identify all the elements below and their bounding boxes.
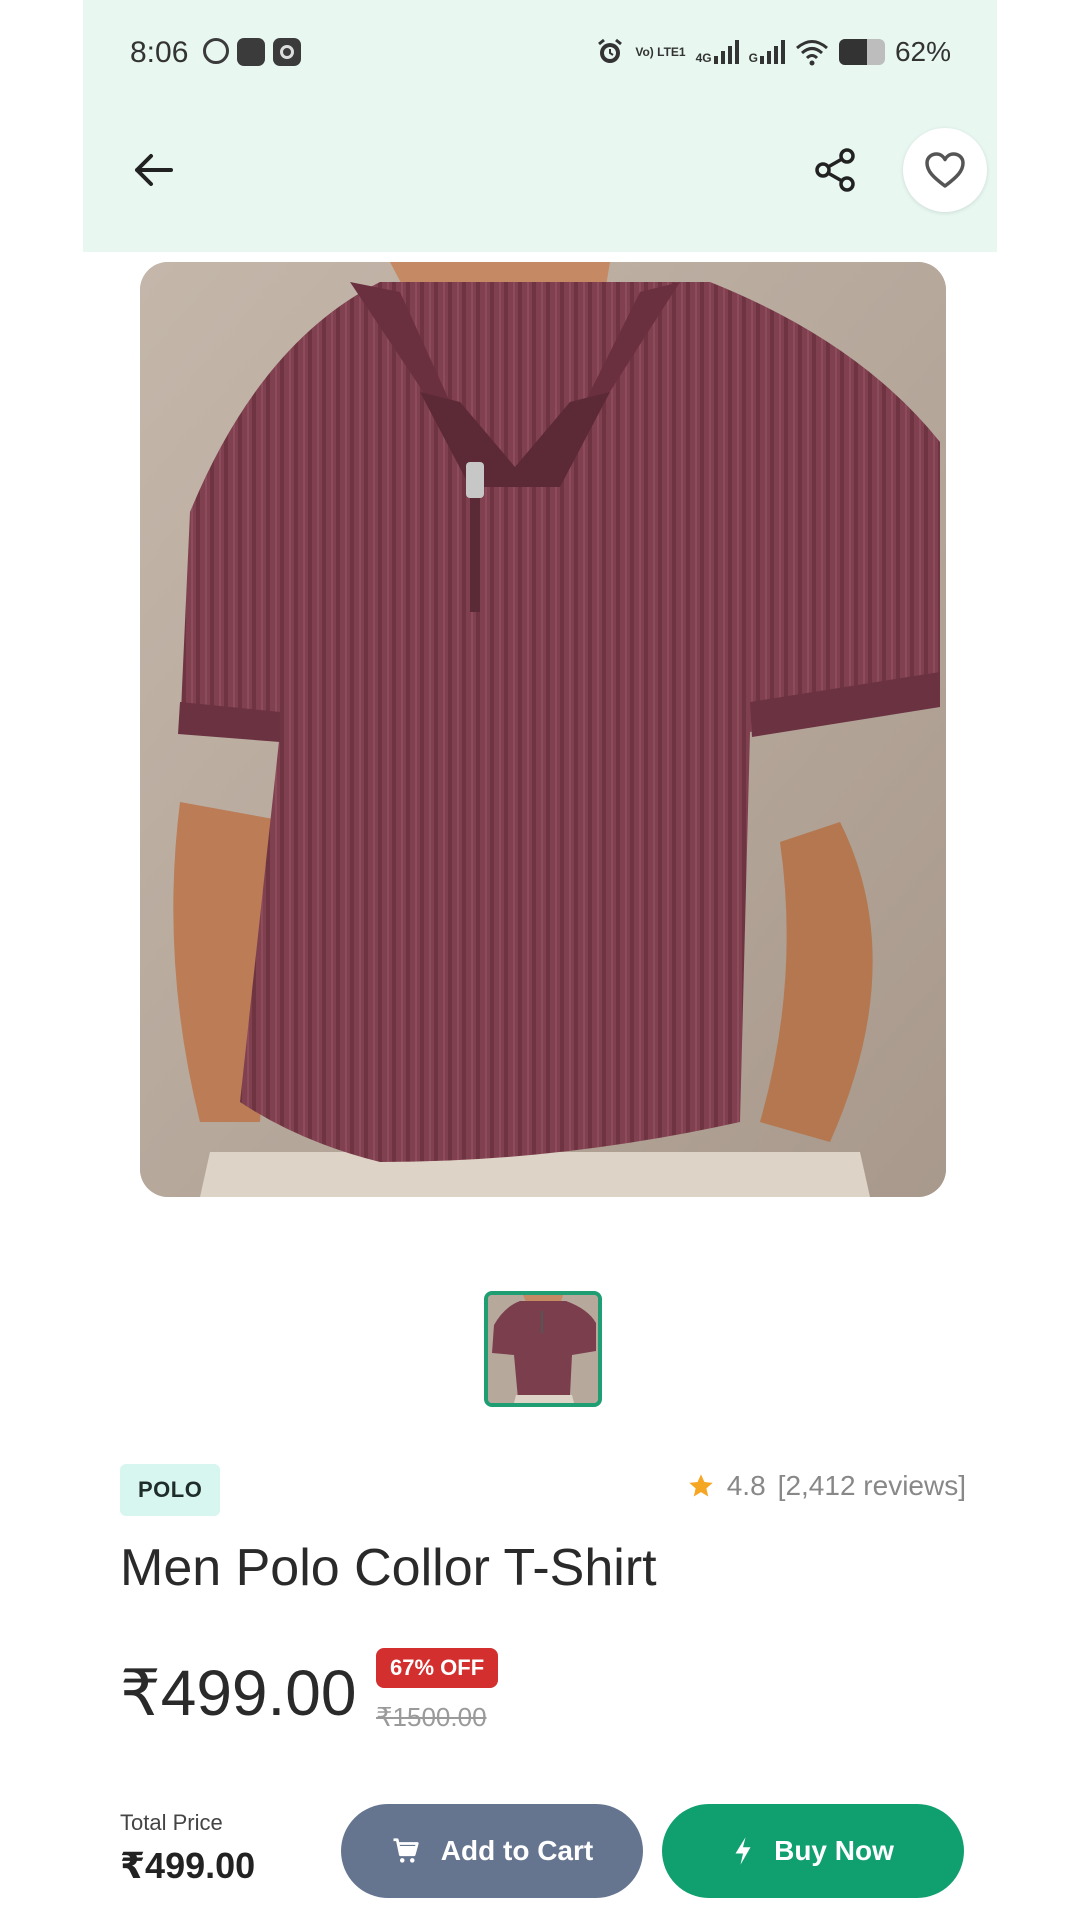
battery-fill <box>838 39 868 65</box>
alarm-icon <box>598 38 623 63</box>
rating-value: 4.8 <box>726 1470 766 1501</box>
buy-now-label: Buy Now <box>774 1835 894 1866</box>
heart-outline-icon <box>925 152 965 188</box>
notification-icons <box>203 38 301 66</box>
signal-2: G <box>749 40 785 64</box>
polo-shirt-photo <box>140 262 946 1197</box>
add-to-cart-button[interactable]: Add to Cart <box>341 1804 643 1898</box>
wifi-icon <box>795 40 828 66</box>
network-type-g: G <box>748 51 758 65</box>
category-tag: POLO <box>120 1464 221 1516</box>
status-time: 8:06 <box>130 36 189 69</box>
cart-icon <box>393 1838 419 1863</box>
status-bar: 8:06 Vo) LTE1 4G G 62% <box>83 0 997 108</box>
system-status-icons: Vo) LTE1 4G G 62% <box>595 36 951 68</box>
top-bar: 8:06 Vo) LTE1 4G G 62% <box>83 0 997 252</box>
discount-badge: 67% OFF <box>376 1648 499 1688</box>
product-price: ₹499.00 <box>120 1657 357 1729</box>
battery-percent: 62% <box>894 36 951 67</box>
signal-1: 4G <box>696 40 739 64</box>
review-count: [2,412 reviews] <box>777 1470 966 1501</box>
battery-icon <box>838 39 885 65</box>
total-price-value: ₹499.00 <box>120 1845 256 1886</box>
product-thumbnail[interactable] <box>484 1291 602 1407</box>
total-price-label: Total Price <box>120 1810 223 1835</box>
product-main-image[interactable] <box>140 262 946 1197</box>
star-icon <box>689 1474 713 1497</box>
lightning-icon <box>735 1837 751 1865</box>
app-notification-icon <box>237 38 265 66</box>
original-price: ₹1500.00 <box>376 1702 487 1732</box>
share-icon <box>815 148 855 192</box>
back-button[interactable] <box>123 140 183 200</box>
signal-bars-icon <box>759 40 785 64</box>
network-type-4g: 4G <box>695 51 712 65</box>
camera-notification-icon <box>273 38 301 66</box>
product-title: Men Polo Collor T-Shirt <box>120 1539 657 1597</box>
favorite-button[interactable] <box>903 128 987 212</box>
arrow-left-icon <box>135 154 173 186</box>
buy-now-button[interactable]: Buy Now <box>662 1804 964 1898</box>
volte-label: Vo) LTE1 <box>635 45 686 59</box>
product-rating[interactable]: 4.8 [2,412 reviews] <box>687 1470 966 1502</box>
share-button[interactable] <box>803 138 867 202</box>
whatsapp-icon <box>203 38 229 64</box>
signal-bars-icon <box>713 40 739 64</box>
add-to-cart-label: Add to Cart <box>440 1835 594 1866</box>
thumbnail-photo <box>488 1295 598 1403</box>
